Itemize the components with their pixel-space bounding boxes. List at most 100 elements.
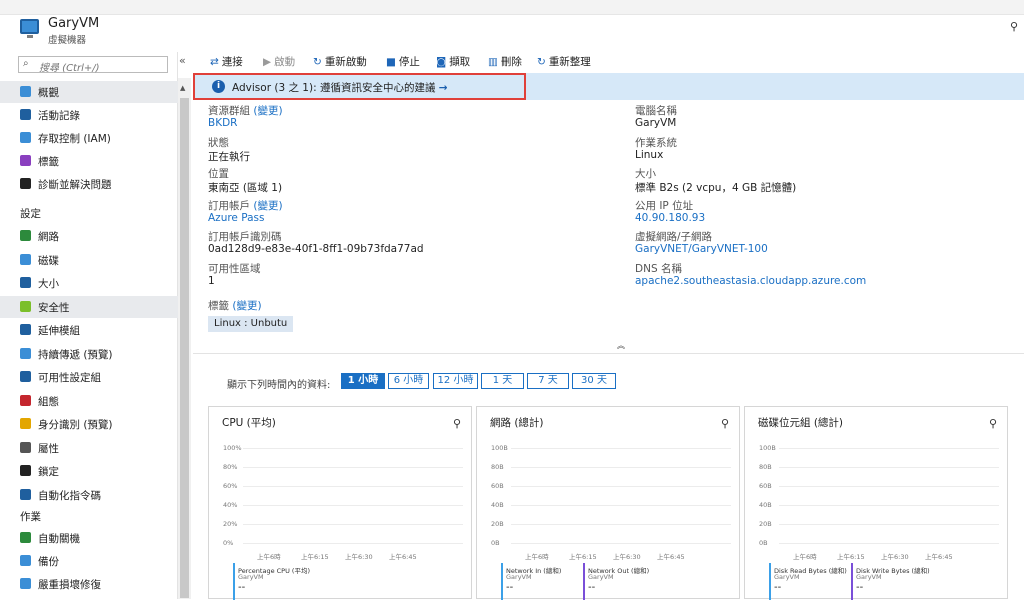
change-link[interactable]: (變更) bbox=[253, 200, 282, 212]
essential-value-link[interactable]: 40.90.180.93 bbox=[635, 212, 705, 224]
essential-value-link[interactable]: Azure Pass bbox=[208, 212, 264, 224]
tag-chip[interactable]: Linux : Unbutu bbox=[208, 316, 294, 332]
y-tick-label: 100% bbox=[223, 444, 242, 452]
nav-item-label: 延伸模組 bbox=[38, 325, 80, 337]
nav-item-label: 嚴重損壞修復 bbox=[38, 579, 101, 591]
metric-chart-card[interactable]: 磁碟位元組 (總計) ⚲ 100B 80B 60B 40B 20B 0B 上午6時 上午6:15 上… bbox=[744, 406, 1008, 600]
lock-icon bbox=[20, 465, 31, 476]
nav-item-disaster-recovery[interactable]: 嚴重損壞修復 bbox=[0, 573, 178, 595]
advisor-text[interactable]: Advisor (3 之 1): 遵循資訊安全中心的建議 → bbox=[232, 80, 448, 95]
nav-item-label: 自動關機 bbox=[38, 533, 80, 545]
y-tick-label: 100B bbox=[491, 444, 508, 452]
nav-item-configuration[interactable]: 組態 bbox=[0, 390, 178, 412]
toolbar-label: 連接 bbox=[221, 56, 243, 68]
y-tick-label: 60B bbox=[759, 482, 772, 490]
pin-chart-icon[interactable]: ⚲ bbox=[453, 417, 461, 430]
scrollbar-thumb[interactable] bbox=[180, 98, 189, 598]
time-range-option[interactable]: 7 天 bbox=[527, 373, 569, 389]
legend-resource-name: GaryVM bbox=[238, 573, 264, 581]
nav-item-label: 大小 bbox=[38, 278, 59, 290]
time-range-option[interactable]: 1 小時 bbox=[341, 373, 385, 389]
chart-legend-item[interactable]: Disk Read Bytes (總和) GaryVM -- bbox=[769, 563, 849, 600]
delete-button[interactable]: ▥ 刪除 bbox=[488, 54, 522, 69]
gridline bbox=[779, 448, 999, 449]
nav-item-activity-log[interactable]: 活動記錄 bbox=[0, 104, 178, 126]
time-range-option[interactable]: 30 天 bbox=[572, 373, 616, 389]
nav-item-network[interactable]: 網路 bbox=[0, 225, 178, 247]
essential-value: 東南亞 (區域 1) bbox=[208, 182, 283, 194]
essential-label-text: 訂用帳戶 bbox=[208, 199, 254, 212]
metric-chart-card[interactable]: 網路 (總計) ⚲ 100B 80B 60B 40B 20B 0B 上午6時 上午6:15 上午6:… bbox=[476, 406, 740, 600]
metric-chart-card[interactable]: CPU (平均) ⚲ 100% 80% 60% 40% 20% 0% 上午6時 上午6:15 上午6… bbox=[208, 406, 472, 600]
settings-section-header: 設定 bbox=[20, 208, 41, 220]
essential-label-text: 公用 IP 位址 bbox=[635, 199, 694, 212]
refresh-button[interactable]: ↻ 重新整理 bbox=[537, 54, 591, 69]
nav-item-identity[interactable]: 身分識別 (預覽) bbox=[0, 413, 178, 435]
operations-section-header: 作業 bbox=[20, 511, 41, 523]
chart-legend-item[interactable]: Percentage CPU (平均) GaryVM -- bbox=[233, 563, 313, 600]
chart-legend-item[interactable]: Network In (總和) GaryVM -- bbox=[501, 563, 581, 600]
toolbar-label: 重新整理 bbox=[548, 56, 591, 68]
nav-item-tag[interactable]: 標籤 bbox=[0, 150, 178, 172]
info-icon: i bbox=[212, 80, 225, 93]
time-range-option[interactable]: 1 天 bbox=[481, 373, 524, 389]
collapse-essentials-icon[interactable]: ︽ bbox=[617, 340, 625, 351]
nav-item-overview[interactable]: 概觀 bbox=[0, 81, 178, 103]
gridline bbox=[511, 505, 731, 506]
toolbar-label: 停止 bbox=[398, 56, 420, 68]
advisor-message[interactable]: Advisor (3 之 1): 遵循資訊安全中心的建議 bbox=[232, 82, 435, 94]
nav-item-iam[interactable]: 存取控制 (IAM) bbox=[0, 127, 178, 149]
nav-item-lock[interactable]: 鎖定 bbox=[0, 460, 178, 482]
nav-item-wrench[interactable]: 診斷並解決問題 bbox=[0, 173, 178, 195]
start-icon: ▶ bbox=[263, 56, 272, 68]
connect-button[interactable]: ⇄ 連接 bbox=[210, 54, 243, 69]
nav-item-automation-script[interactable]: 自動化指令碼 bbox=[0, 484, 178, 506]
nav-item-properties[interactable]: 屬性 bbox=[0, 437, 178, 459]
essential-value-link[interactable]: apache2.southeastasia.cloudapp.azure.com bbox=[635, 275, 866, 287]
pin-chart-icon[interactable]: ⚲ bbox=[989, 417, 997, 430]
nav-item-continuous-delivery[interactable]: 持續傳遞 (預覽) bbox=[0, 343, 178, 365]
essential-value: 正在執行 bbox=[208, 150, 250, 163]
scroll-up-icon[interactable]: ▲ bbox=[180, 84, 185, 92]
nav-item-label: 磁碟 bbox=[38, 254, 59, 267]
nav-item-availability-set[interactable]: 可用性設定組 bbox=[0, 366, 178, 388]
time-range-option[interactable]: 12 小時 bbox=[433, 373, 478, 389]
gridline bbox=[779, 543, 999, 544]
nav-item-size[interactable]: 大小 bbox=[0, 272, 178, 294]
legend-resource-name: GaryVM bbox=[856, 573, 882, 581]
start-button[interactable]: ▶ 啟動 bbox=[263, 54, 295, 69]
vm-type-subtitle: 虛擬機器 bbox=[48, 35, 87, 46]
capture-button[interactable]: ◙ 擷取 bbox=[436, 54, 470, 69]
search-icon: ⌕ bbox=[23, 58, 29, 69]
restart-icon: ↻ bbox=[313, 56, 322, 68]
command-bar: ⇄ 連接 ▶ 啟動 ↻ 重新啟動 ■ 停止 ◙ 擷取 ▥ 刪除 ↻ 重新整理 bbox=[192, 51, 1024, 71]
essential-value-link[interactable]: BKDR bbox=[208, 117, 237, 129]
x-tick-label: 上午6:30 bbox=[881, 553, 909, 561]
restart-button[interactable]: ↻ 重新啟動 bbox=[313, 54, 367, 69]
chart-legend-item[interactable]: Disk Write Bytes (總和) GaryVM -- bbox=[851, 563, 931, 600]
time-range-option[interactable]: 6 小時 bbox=[388, 373, 429, 389]
nav-item-label: 備份 bbox=[38, 556, 59, 568]
nav-item-shield[interactable]: 安全性 bbox=[0, 295, 178, 318]
gridline bbox=[511, 524, 731, 525]
nav-item-auto-shutdown[interactable]: 自動關機 bbox=[0, 527, 178, 549]
chart-legend-item[interactable]: Network Out (總和) GaryVM -- bbox=[583, 563, 663, 600]
menu-scrollbar[interactable]: ▲ bbox=[178, 78, 191, 599]
search-input[interactable]: ⌕ 搜尋 (Ctrl+/) bbox=[18, 56, 168, 74]
change-link[interactable]: (變更) bbox=[253, 105, 282, 117]
stop-button[interactable]: ■ 停止 bbox=[386, 54, 420, 69]
nav-item-backup[interactable]: 備份 bbox=[0, 550, 178, 572]
gridline bbox=[511, 467, 731, 468]
tags-change-link[interactable]: (變更) bbox=[232, 300, 261, 312]
legend-resource-name: GaryVM bbox=[588, 573, 614, 581]
essential-value-link[interactable]: GaryVNET/GaryVNET-100 bbox=[635, 243, 768, 255]
essential-label: 資源群組 (變更) bbox=[208, 103, 283, 118]
nav-item-disk[interactable]: 磁碟 bbox=[0, 249, 178, 271]
pin-chart-icon[interactable]: ⚲ bbox=[721, 417, 729, 430]
essential-label: 電腦名稱 bbox=[635, 103, 677, 118]
pin-blade-icon[interactable]: ⚲ bbox=[1010, 20, 1018, 33]
nav-item-extensions[interactable]: 延伸模組 bbox=[0, 319, 178, 341]
gridline bbox=[243, 467, 463, 468]
y-tick-label: 40B bbox=[491, 501, 504, 509]
collapse-menu-button[interactable]: « bbox=[179, 54, 186, 67]
